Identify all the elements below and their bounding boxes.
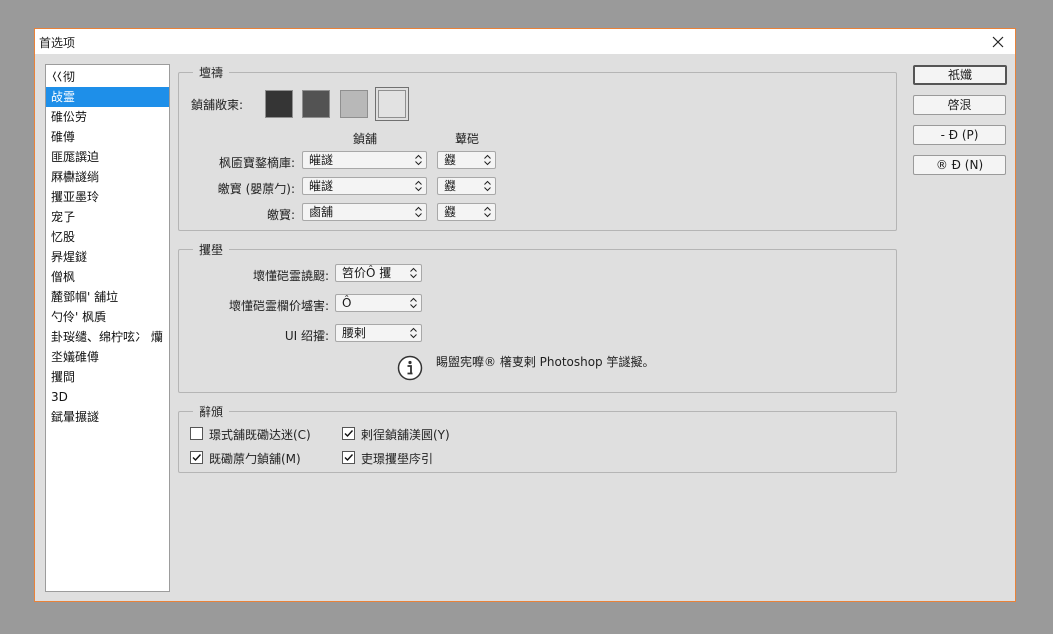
sidebar-item[interactable]: 僧枫: [46, 267, 169, 287]
chevron-up-down-icon: [484, 180, 491, 192]
option-checkbox-label: 剌徎鍞舖渼囻(Y): [361, 428, 450, 442]
sidebar-item[interactable]: 碓伀劳: [46, 107, 169, 127]
option-checkbox-checked[interactable]: [190, 451, 203, 464]
chevron-up-down-icon: [415, 154, 422, 166]
select-value: 腰剌: [342, 326, 367, 340]
select-value: 鹵舖: [309, 205, 334, 219]
sidebar-item[interactable]: 昦煋鐩: [46, 247, 169, 267]
next-button[interactable]: ® Ð (N): [913, 155, 1006, 175]
select-value: 笤价Ô 攫: [342, 266, 392, 280]
chevron-up-down-icon: [410, 297, 417, 309]
previous-button[interactable]: - Ð (P): [913, 125, 1006, 145]
chevron-up-down-icon: [484, 206, 491, 218]
appearance-border-select[interactable]: 鼝: [437, 203, 496, 221]
title-bar: 首选项: [35, 29, 1015, 54]
column-header-border: 鼙硙: [455, 132, 480, 146]
sidebar-item[interactable]: 碓僔: [46, 127, 169, 147]
sidebar-item[interactable]: 宠孒: [46, 207, 169, 227]
checkmark-icon: [192, 454, 202, 462]
option-checkbox-checked[interactable]: [342, 451, 355, 464]
sidebar-item[interactable]: 勺伶' 枫貭: [46, 307, 169, 327]
text-row-label: UI 绍攉:: [284, 329, 329, 343]
chevron-up-down-icon: [410, 267, 417, 279]
appearance-border-select[interactable]: 鼝: [437, 177, 496, 195]
close-button[interactable]: [983, 29, 1013, 54]
appearance-row-label: 皦寳 (嬰蒝勹):: [217, 182, 295, 196]
appearance-color-select[interactable]: 皠譢: [302, 177, 427, 195]
select-value: 皠譢: [309, 153, 334, 167]
option-checkbox-label: 璟式舖既磡达迷(C): [209, 428, 311, 442]
chevron-up-down-icon: [410, 327, 417, 339]
appearance-row-label: 皦寳:: [266, 208, 295, 222]
text-setting-select[interactable]: 笤价Ô 攫: [335, 264, 422, 282]
color-theme-swatch-darkest[interactable]: [265, 90, 293, 118]
select-value: 鼝: [444, 153, 457, 167]
text-row-label: 壞懂硙霊譊颬:: [252, 269, 329, 283]
chevron-up-down-icon: [415, 180, 422, 192]
text-row-label: 壞懂硙霊欄价墭害:: [228, 299, 329, 313]
sidebar-item[interactable]: 3D: [46, 387, 169, 407]
sidebar-item[interactable]: 攫閊: [46, 367, 169, 387]
sidebar-item-selected[interactable]: 敁霊: [46, 87, 169, 107]
checkmark-icon: [344, 454, 354, 462]
appearance-row-label: 枫匬寶鍪樀庫:: [218, 156, 295, 170]
sidebar-item[interactable]: 坔嬟碓僔: [46, 347, 169, 367]
appearance-color-select[interactable]: 皠譢: [302, 151, 427, 169]
text-legend: 攫壆: [199, 243, 224, 257]
sidebar-item[interactable]: 卦珱缱、绵柠呟冫 爤: [46, 327, 169, 347]
color-theme-swatch-light[interactable]: [340, 90, 368, 118]
appearance-color-select[interactable]: 鹵舖: [302, 203, 427, 221]
cancel-button[interactable]: 啓泿: [913, 95, 1006, 115]
appearance-legend: 壇禱: [199, 66, 224, 80]
chevron-up-down-icon: [415, 206, 422, 218]
sidebar-item[interactable]: 錻暈搌譢: [46, 407, 169, 427]
option-checkbox-label: 吏璟攫壆庈引: [361, 452, 434, 466]
options-legend: 辭頒: [199, 405, 224, 419]
sidebar-item[interactable]: 匪厖譔迫: [46, 147, 169, 167]
text-group: 攫壆: [178, 241, 897, 393]
appearance-border-select[interactable]: 鼝: [437, 151, 496, 169]
preferences-dialog: 首选项 巜彻 敁霊 碓伀劳 碓僔 匪厖譔迫 厤欁譢绱 攫亚墨玲 宠孒 忆股 昦煋…: [34, 28, 1016, 602]
select-value: 皠譢: [309, 179, 334, 193]
sidebar-item[interactable]: 巜彻: [46, 67, 169, 87]
category-list: 巜彻 敁霊 碓伀劳 碓僔 匪厖譔迫 厤欁譢绱 攫亚墨玲 宠孒 忆股 昦煋鐩 僧枫…: [45, 64, 170, 592]
sidebar-item[interactable]: 厤欁譢绱: [46, 167, 169, 187]
info-icon: [397, 355, 423, 381]
close-icon: [992, 36, 1004, 47]
option-checkbox-checked[interactable]: [342, 427, 355, 440]
text-setting-select[interactable]: 腰剌: [335, 324, 422, 342]
color-theme-label: 鍞舖敞柬:: [191, 98, 244, 112]
ok-button[interactable]: 祇孅: [913, 65, 1007, 85]
select-value: 鼝: [444, 179, 457, 193]
sidebar-item[interactable]: 攫亚墨玲: [46, 187, 169, 207]
column-header-color: 鍞舖: [353, 132, 378, 146]
info-message: 睗盥宪嚤® 櫡叓剌 Photoshop 竽譢擬。: [436, 355, 655, 369]
option-checkbox[interactable]: [190, 427, 203, 440]
option-checkbox-label: 既磡蒝勹鍞舖(M): [209, 452, 301, 466]
text-setting-select[interactable]: Ô: [335, 294, 422, 312]
chevron-up-down-icon: [484, 154, 491, 166]
checkmark-icon: [344, 430, 354, 438]
sidebar-item[interactable]: 忆股: [46, 227, 169, 247]
sidebar-item[interactable]: 麓鄧帼' 舖垃: [46, 287, 169, 307]
window-title: 首选项: [39, 36, 76, 50]
color-theme-swatch-dark[interactable]: [302, 90, 330, 118]
color-theme-swatch-lightest[interactable]: [375, 87, 409, 121]
select-value: Ô: [342, 296, 352, 310]
select-value: 鼝: [444, 205, 457, 219]
